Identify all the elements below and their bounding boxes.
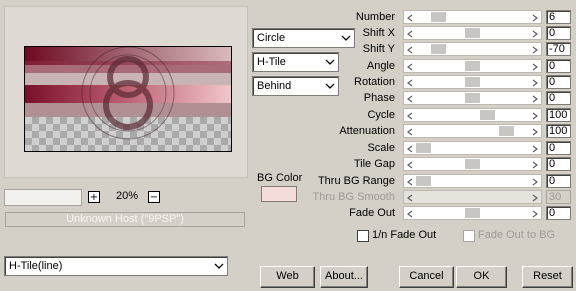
param-value[interactable]: 100 <box>546 124 571 138</box>
slider-thumb[interactable] <box>479 110 495 120</box>
param-value[interactable]: -70 <box>546 42 571 56</box>
host-status: Unknown Host ("9PSP") <box>5 212 245 227</box>
param-value[interactable]: 0 <box>546 174 571 188</box>
param-slider <box>403 190 542 204</box>
preview-image <box>24 46 232 152</box>
slider-thumb[interactable] <box>465 159 480 169</box>
slider-thumb[interactable] <box>416 176 431 186</box>
ok-button[interactable]: OK <box>456 266 507 288</box>
param-label: Shift Y <box>362 43 395 55</box>
chevron-left-icon[interactable] <box>406 62 414 71</box>
chevron-left-icon[interactable] <box>406 160 414 169</box>
slider-thumb[interactable] <box>499 126 515 136</box>
about-button[interactable]: About... <box>320 266 368 288</box>
param-label: Cycle <box>367 109 395 121</box>
param-slider[interactable] <box>403 124 542 138</box>
chevron-down-icon <box>214 263 224 269</box>
zoom-level: 20% <box>115 190 138 202</box>
fade-out-bg-checkbox <box>463 230 475 242</box>
param-slider[interactable] <box>403 10 542 24</box>
chevron-left-icon[interactable] <box>406 111 414 120</box>
chevron-left-icon[interactable] <box>406 127 414 136</box>
param-slider[interactable] <box>403 174 542 188</box>
slider-thumb[interactable] <box>465 28 480 38</box>
cancel-button[interactable]: Cancel <box>399 266 454 288</box>
param-value[interactable]: 0 <box>546 91 571 105</box>
chevron-right-icon[interactable] <box>531 144 539 153</box>
slider-thumb[interactable] <box>430 12 446 22</box>
reset-button[interactable]: Reset <box>522 266 573 288</box>
fade-out-bg-label: Fade Out to BG <box>478 229 556 241</box>
chevron-right-icon[interactable] <box>531 193 539 202</box>
param-label: Number <box>355 11 395 23</box>
param-label: Thru BG Smooth <box>312 191 395 203</box>
param-label: Attenuation <box>339 125 395 137</box>
param-value: 30 <box>546 190 571 204</box>
param-label: Fade Out <box>349 207 395 219</box>
slider-thumb[interactable] <box>465 93 480 103</box>
chevron-left-icon[interactable] <box>406 144 414 153</box>
preset-dropdown-value: H-Tile(line) <box>9 260 63 272</box>
param-slider[interactable] <box>403 91 542 105</box>
zoom-out-button[interactable]: − <box>148 191 160 203</box>
chevron-right-icon[interactable] <box>531 62 539 71</box>
param-slider[interactable] <box>403 206 542 220</box>
param-label: Angle <box>366 60 395 72</box>
param-value[interactable]: 0 <box>546 59 571 73</box>
chevron-right-icon[interactable] <box>531 111 539 120</box>
chevron-left-icon[interactable] <box>406 193 414 202</box>
param-slider[interactable] <box>403 141 542 155</box>
zoom-track[interactable] <box>4 189 82 206</box>
param-slider[interactable] <box>403 75 542 89</box>
chevron-left-icon[interactable] <box>406 78 414 87</box>
slider-thumb[interactable] <box>430 44 446 54</box>
preview-graphic <box>25 47 231 151</box>
chevron-right-icon[interactable] <box>531 209 539 218</box>
preset-dropdown[interactable]: H-Tile(line) <box>4 256 228 276</box>
param-slider[interactable] <box>403 26 542 40</box>
slider-thumb[interactable] <box>465 77 480 87</box>
slider-thumb[interactable] <box>465 208 480 218</box>
chevron-left-icon[interactable] <box>406 13 414 22</box>
param-value[interactable]: 0 <box>546 141 571 155</box>
chevron-left-icon[interactable] <box>406 94 414 103</box>
param-value[interactable]: 0 <box>546 206 571 220</box>
chevron-right-icon[interactable] <box>531 29 539 38</box>
slider-thumb[interactable] <box>416 143 431 153</box>
param-value[interactable]: 0 <box>546 26 571 40</box>
param-label: Shift X <box>362 27 395 39</box>
chevron-right-icon[interactable] <box>531 78 539 87</box>
fade-out-1n-label: 1/n Fade Out <box>372 229 437 241</box>
param-label: Scale <box>367 142 395 154</box>
chevron-left-icon[interactable] <box>406 29 414 38</box>
zoom-in-button[interactable]: + <box>88 191 100 203</box>
chevron-left-icon[interactable] <box>406 177 414 186</box>
chevron-right-icon[interactable] <box>531 127 539 136</box>
param-value[interactable]: 0 <box>546 157 571 171</box>
chevron-right-icon[interactable] <box>531 13 539 22</box>
chevron-right-icon[interactable] <box>531 160 539 169</box>
fade-out-1n-checkbox[interactable] <box>357 230 369 242</box>
param-slider[interactable] <box>403 108 542 122</box>
param-value[interactable]: 100 <box>546 108 571 122</box>
chevron-right-icon[interactable] <box>531 94 539 103</box>
chevron-left-icon[interactable] <box>406 209 414 218</box>
chevron-left-icon[interactable] <box>406 45 414 54</box>
slider-thumb[interactable] <box>465 61 480 71</box>
param-label: Tile Gap <box>353 158 395 170</box>
web-button[interactable]: Web <box>260 266 315 288</box>
param-slider[interactable] <box>403 157 542 171</box>
chevron-right-icon[interactable] <box>531 177 539 186</box>
param-value[interactable]: 0 <box>546 75 571 89</box>
param-value[interactable]: 6 <box>546 10 571 24</box>
param-slider[interactable] <box>403 42 542 56</box>
param-slider[interactable] <box>403 59 542 73</box>
chevron-right-icon[interactable] <box>531 45 539 54</box>
param-label: Rotation <box>354 76 395 88</box>
param-label: Thru BG Range <box>317 175 395 187</box>
param-label: Phase <box>363 92 395 104</box>
